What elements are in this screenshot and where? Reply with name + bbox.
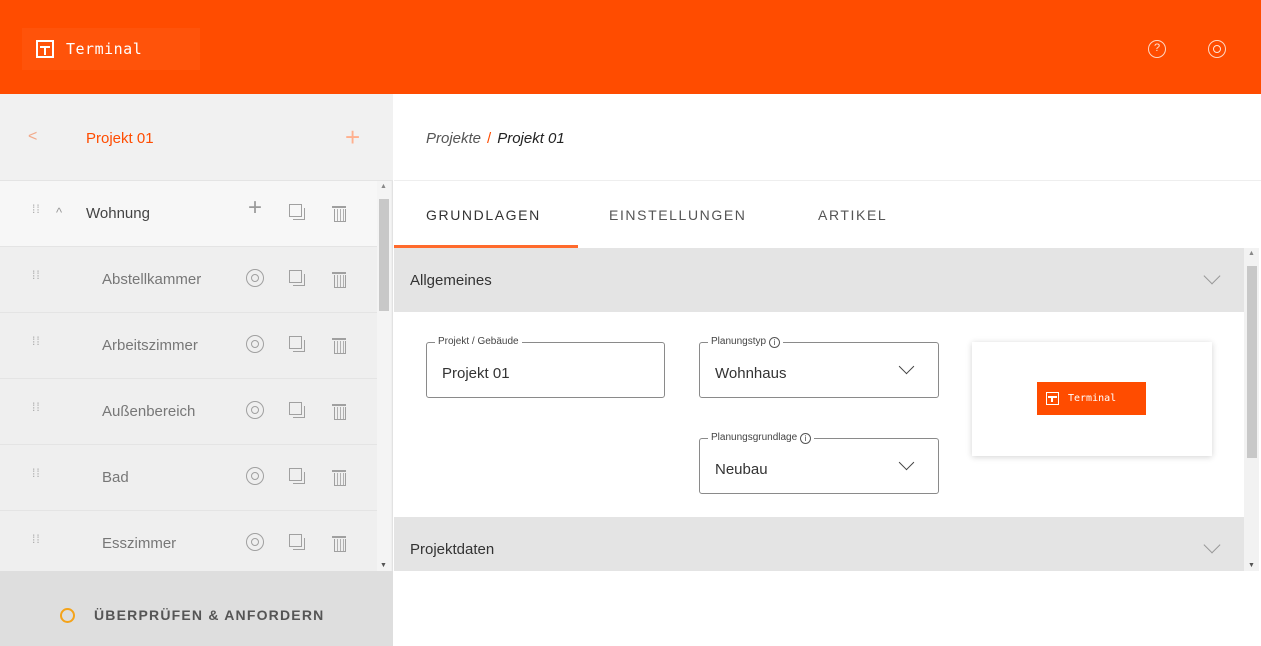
- list-item[interactable]: ⁞⁞ Esszimmer: [0, 511, 377, 571]
- settings-gear-icon[interactable]: [246, 467, 264, 485]
- scroll-up-arrow-icon[interactable]: ▲: [380, 183, 387, 190]
- list-item[interactable]: ⁞⁞ Arbeitszimmer: [0, 313, 377, 379]
- settings-gear-icon[interactable]: [1208, 40, 1226, 58]
- help-icon[interactable]: ?: [1148, 40, 1166, 58]
- app-logo[interactable]: Terminal: [22, 28, 200, 70]
- field-label-text: Planungsgrundlage: [711, 432, 798, 443]
- drag-handle-icon[interactable]: ⁞⁞: [32, 203, 40, 220]
- field-label: Projekt / Gebäude: [435, 336, 522, 347]
- main-scrollbar[interactable]: ▲ ▼: [1244, 248, 1259, 571]
- list-item[interactable]: ⁞⁞ Außenbereich: [0, 379, 377, 445]
- logo-icon: [1046, 392, 1059, 405]
- drag-handle-icon[interactable]: ⁞⁞: [32, 335, 40, 352]
- info-icon[interactable]: i: [769, 337, 781, 348]
- sidebar-scrollbar[interactable]: ▲ ▼: [377, 181, 391, 571]
- drag-handle-icon[interactable]: ⁞⁞: [32, 533, 40, 550]
- drag-handle-icon[interactable]: ⁞⁞: [32, 467, 40, 484]
- settings-gear-icon[interactable]: [246, 335, 264, 353]
- main-content: Projekte / Projekt 01 GRUNDLAGEN EINSTELLU…: [394, 94, 1261, 646]
- add-plus-icon[interactable]: +: [246, 196, 264, 220]
- breadcrumb-separator: /: [487, 130, 492, 147]
- copy-icon[interactable]: [288, 533, 306, 551]
- trash-icon[interactable]: [330, 335, 348, 354]
- breadcrumb-root[interactable]: Projekte: [426, 130, 481, 147]
- chevron-down-icon[interactable]: [898, 358, 915, 375]
- preview-logo-text: Terminal: [1068, 393, 1117, 404]
- tab-einstellungen[interactable]: EINSTELLUNGEN: [609, 207, 747, 223]
- planning-basis-select[interactable]: Planungsgrundlage i Neubau: [699, 432, 939, 494]
- logo-icon: [36, 40, 54, 58]
- trash-icon[interactable]: [330, 533, 348, 552]
- scrollbar-thumb[interactable]: [1247, 266, 1257, 458]
- tab-grundlagen[interactable]: GRUNDLAGEN: [426, 207, 541, 223]
- field-label: Planungstyp i: [708, 336, 784, 348]
- copy-icon[interactable]: [288, 203, 306, 221]
- list-item-label: Esszimmer: [102, 535, 177, 552]
- collapse-caret-icon[interactable]: ^: [56, 205, 62, 220]
- list-item-parent[interactable]: ⁞⁞ ^ Wohnung +: [0, 181, 377, 247]
- trash-icon[interactable]: [330, 401, 348, 420]
- section-allgemeines-header[interactable]: Allgemeines: [394, 248, 1244, 312]
- settings-gear-icon[interactable]: [246, 533, 264, 551]
- chevron-down-icon[interactable]: [1203, 536, 1221, 554]
- field-value[interactable]: Projekt 01: [442, 365, 510, 382]
- trash-icon[interactable]: [330, 203, 348, 222]
- section-projektdaten-header[interactable]: Projektdaten: [394, 517, 1244, 571]
- sidebar-header: < Projekt 01 +: [0, 94, 393, 181]
- planning-type-select[interactable]: Planungstyp i Wohnhaus: [699, 336, 939, 398]
- info-icon[interactable]: i: [800, 433, 812, 444]
- field-label: Planungsgrundlage i: [708, 432, 815, 444]
- list-item-label: Bad: [102, 469, 129, 486]
- trash-icon[interactable]: [330, 269, 348, 288]
- review-request-button[interactable]: ÜBERPRÜFEN & ANFORDERN: [0, 571, 393, 646]
- field-value: Neubau: [715, 461, 768, 478]
- copy-icon[interactable]: [288, 335, 306, 353]
- tab-bar: GRUNDLAGEN EINSTELLUNGEN ARTIKEL: [394, 180, 1261, 248]
- back-chevron-icon[interactable]: <: [28, 128, 37, 146]
- logo-preview-card[interactable]: Terminal: [972, 342, 1212, 456]
- drag-handle-icon[interactable]: ⁞⁞: [32, 401, 40, 418]
- chevron-down-icon[interactable]: [1203, 267, 1221, 285]
- copy-icon[interactable]: [288, 269, 306, 287]
- app-name: Terminal: [66, 40, 143, 58]
- list-item-label: Abstellkammer: [102, 271, 202, 288]
- scroll-down-arrow-icon[interactable]: ▼: [380, 562, 387, 569]
- list-item-label: Arbeitszimmer: [102, 337, 198, 354]
- sidebar: < Projekt 01 + ⁞⁞ ^ Wohnung + ⁞⁞ Abstell…: [0, 94, 393, 646]
- field-label-text: Planungstyp: [711, 336, 767, 347]
- settings-gear-icon[interactable]: [246, 401, 264, 419]
- copy-icon[interactable]: [288, 467, 306, 485]
- add-room-plus-icon[interactable]: +: [345, 124, 360, 150]
- section-title: Allgemeines: [410, 272, 492, 289]
- drag-handle-icon[interactable]: ⁞⁞: [32, 269, 40, 286]
- preview-logo: Terminal: [1037, 382, 1146, 415]
- room-list: ⁞⁞ ^ Wohnung + ⁞⁞ Abstellkammer ⁞⁞ Arbei…: [0, 181, 377, 571]
- section-title: Projektdaten: [410, 541, 495, 558]
- chevron-down-icon[interactable]: [898, 454, 915, 471]
- sidebar-title[interactable]: Projekt 01: [86, 130, 154, 147]
- list-item-label: Außenbereich: [102, 403, 196, 420]
- scrollbar-thumb[interactable]: [379, 199, 389, 311]
- list-item[interactable]: ⁞⁞ Bad: [0, 445, 377, 511]
- breadcrumb: Projekte / Projekt 01: [426, 130, 565, 147]
- copy-icon[interactable]: [288, 401, 306, 419]
- list-item-label: Wohnung: [86, 205, 150, 222]
- scroll-up-arrow-icon[interactable]: ▲: [1248, 250, 1255, 257]
- field-value: Wohnhaus: [715, 365, 787, 382]
- status-circle-icon: [60, 608, 75, 623]
- review-request-label: ÜBERPRÜFEN & ANFORDERN: [94, 607, 325, 623]
- breadcrumb-current: Projekt 01: [497, 130, 565, 147]
- scroll-down-arrow-icon[interactable]: ▼: [1248, 562, 1255, 569]
- top-bar: Terminal ?: [0, 0, 1261, 94]
- tab-artikel[interactable]: ARTIKEL: [818, 207, 887, 223]
- list-item[interactable]: ⁞⁞ Abstellkammer: [0, 247, 377, 313]
- settings-gear-icon[interactable]: [246, 269, 264, 287]
- section-allgemeines-panel: Projekt / Gebäude Projekt 01 Planungstyp…: [394, 312, 1244, 517]
- trash-icon[interactable]: [330, 467, 348, 486]
- project-name-field[interactable]: Projekt / Gebäude Projekt 01: [426, 336, 665, 398]
